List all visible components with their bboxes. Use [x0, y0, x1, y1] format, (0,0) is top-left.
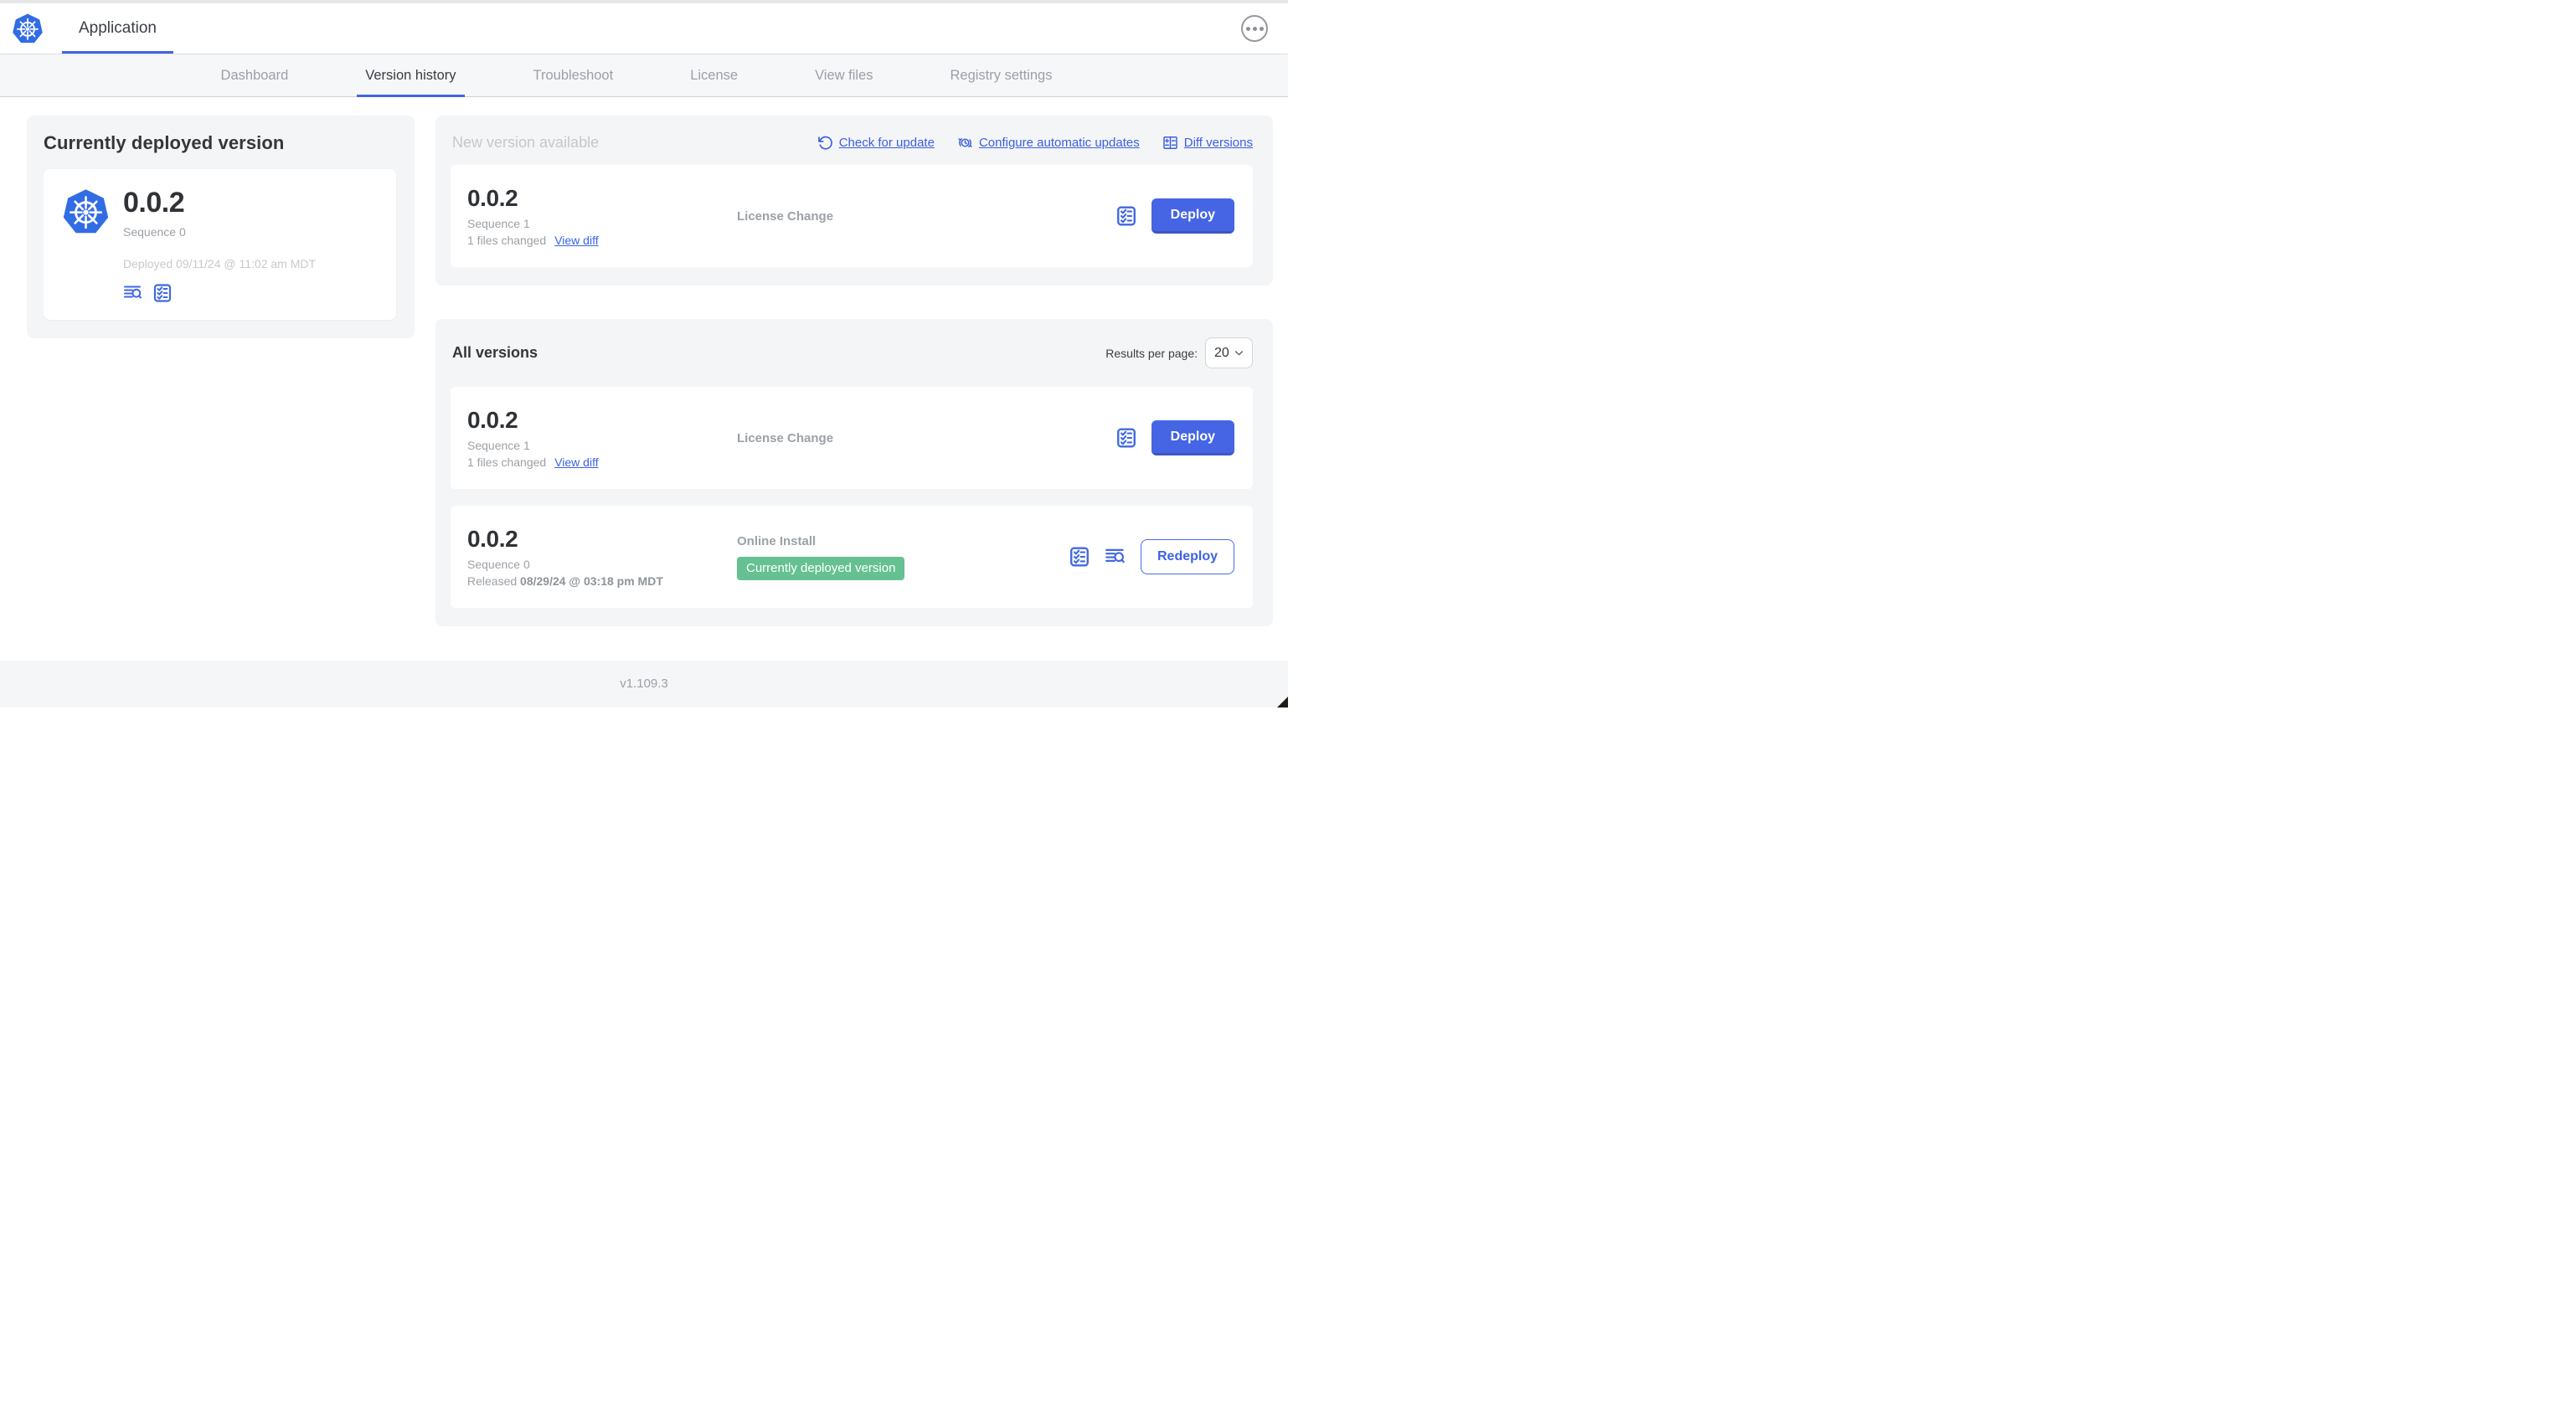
view-diff-link[interactable]: View diff: [554, 455, 598, 469]
results-per-page-label: Results per page:: [1105, 346, 1198, 360]
view-logs-icon[interactable]: [1105, 546, 1126, 568]
app-title: Application: [79, 19, 157, 37]
currently-deployed-title: Currently deployed version: [44, 132, 285, 153]
preflight-checks-icon[interactable]: [1069, 546, 1090, 568]
view-logs-icon[interactable]: [123, 283, 143, 303]
currently-deployed-card: 0.0.2 Sequence 0 Deployed 09/11/24 @ 11:…: [44, 169, 396, 320]
check-for-update-link[interactable]: Check for update: [817, 135, 935, 151]
released-timestamp: Released 08/29/24 @ 03:18 pm MDT: [467, 574, 663, 588]
ellipsis-icon: [1245, 26, 1250, 31]
main-content: Currently deployed version 0.0.2 Sequenc…: [0, 97, 1288, 626]
version-sequence: Sequence 1: [467, 439, 530, 452]
version-source: License Change: [737, 430, 834, 445]
preflight-checks-icon[interactable]: [1115, 205, 1137, 227]
console-version: v1.109.3: [620, 677, 668, 691]
chevron-down-icon: [1235, 351, 1243, 356]
version-row: 0.0.2 Sequence 1 1 files changed View di…: [451, 387, 1253, 489]
version-sequence: Sequence 0: [467, 558, 530, 571]
version-sequence: Sequence 1: [467, 217, 530, 230]
redeploy-button[interactable]: Redeploy: [1140, 539, 1234, 574]
view-diff-link[interactable]: View diff: [554, 234, 598, 247]
kubernetes-logo-icon: [13, 13, 43, 44]
tab-dashboard[interactable]: Dashboard: [213, 54, 297, 96]
section-nav: Dashboard Version history Troubleshoot L…: [0, 54, 1288, 97]
version-number: 0.0.2: [467, 526, 518, 552]
deploy-button[interactable]: Deploy: [1151, 420, 1234, 455]
currently-deployed-panel: Currently deployed version 0.0.2 Sequenc…: [27, 116, 415, 338]
refresh-icon: [817, 136, 832, 150]
tab-version-history[interactable]: Version history: [357, 54, 465, 97]
all-versions-panel: All versions Results per page: 20 0.0.2 …: [435, 319, 1273, 626]
configure-automatic-updates-link[interactable]: Configure automatic updates: [957, 135, 1140, 151]
app-header: Application: [0, 3, 1288, 54]
tab-view-files[interactable]: View files: [806, 54, 881, 96]
diff-icon: [1162, 136, 1177, 149]
files-changed: 1 files changed: [467, 455, 547, 469]
results-per-page-select[interactable]: 20: [1205, 337, 1253, 368]
version-number: 0.0.2: [467, 407, 518, 433]
files-changed: 1 files changed: [467, 234, 547, 247]
new-version-title: New version available: [452, 134, 600, 151]
mouse-cursor: [1277, 697, 1288, 708]
deploy-button[interactable]: Deploy: [1151, 198, 1234, 234]
version-number: 0.0.2: [467, 185, 518, 211]
deployed-version-number: 0.0.2: [123, 187, 185, 219]
tab-license[interactable]: License: [682, 54, 746, 96]
new-version-row: 0.0.2 Sequence 1 1 files changed View di…: [451, 165, 1253, 267]
tab-troubleshoot[interactable]: Troubleshoot: [525, 54, 622, 96]
app-tab-application[interactable]: Application: [62, 3, 173, 54]
right-column: New version available Check for update C…: [435, 116, 1273, 626]
version-source: Online Install: [737, 533, 817, 548]
app-footer: v1.109.3: [0, 661, 1288, 708]
preflight-checks-icon[interactable]: [152, 283, 173, 303]
deployed-sequence: Sequence 0: [123, 225, 186, 239]
version-source: License Change: [737, 208, 834, 224]
preflight-checks-icon[interactable]: [1115, 427, 1137, 449]
all-versions-title: All versions: [452, 344, 538, 361]
kubernetes-logo-icon: [63, 189, 109, 234]
new-version-panel: New version available Check for update C…: [435, 116, 1273, 286]
more-menu-button[interactable]: [1241, 15, 1268, 42]
currently-deployed-badge: Currently deployed version: [737, 556, 905, 580]
deployed-timestamp: Deployed 09/11/24 @ 11:02 am MDT: [123, 257, 317, 270]
version-row: 0.0.2 Sequence 0 Released 08/29/24 @ 03:…: [451, 506, 1253, 608]
diff-versions-link[interactable]: Diff versions: [1162, 135, 1253, 151]
tab-registry-settings[interactable]: Registry settings: [941, 54, 1060, 96]
clock-refresh-icon: [958, 138, 972, 147]
